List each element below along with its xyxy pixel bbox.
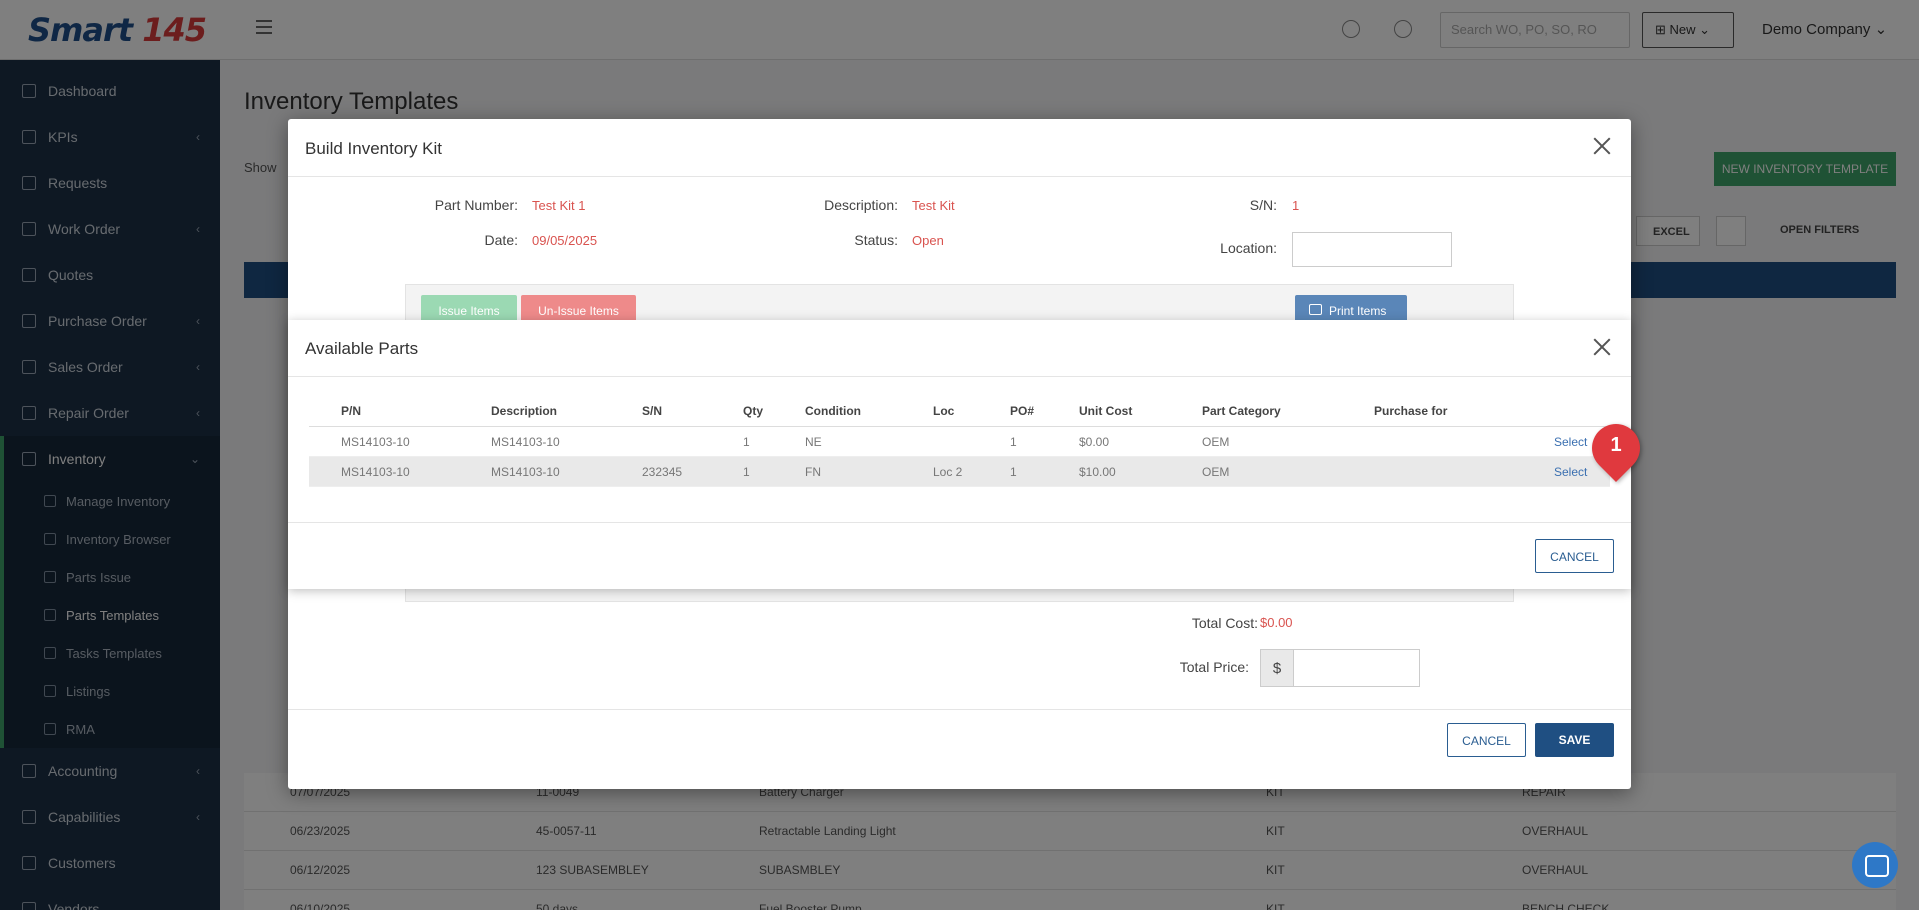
- location-label: Location:: [1220, 240, 1277, 256]
- available-parts-table: P/N Description S/N Qty Condition Loc PO…: [309, 398, 1610, 487]
- date-value: 09/05/2025: [532, 233, 598, 248]
- modal-title: Build Inventory Kit: [305, 139, 443, 158]
- total-price-input[interactable]: [1293, 649, 1420, 687]
- total-cost-value: $0.00: [1260, 615, 1293, 630]
- description-value: Test Kit: [912, 198, 955, 213]
- table-row: MS14103-10 MS14103-10 232345 1 FN Loc 2 …: [309, 457, 1610, 487]
- cancel-button[interactable]: CANCEL: [1447, 723, 1526, 757]
- sn-label: S/N:: [1249, 197, 1277, 213]
- close-icon[interactable]: [1591, 336, 1613, 358]
- table-row: MS14103-10 MS14103-10 1 NE 1 $0.00 OEM S…: [309, 427, 1610, 457]
- status-label: Status:: [854, 232, 898, 248]
- cancel-button[interactable]: CANCEL: [1535, 539, 1614, 573]
- status-value: Open: [912, 233, 944, 248]
- date-label: Date:: [484, 232, 518, 248]
- printer-icon: [1309, 304, 1322, 315]
- chat-icon[interactable]: [1852, 842, 1898, 888]
- part-number-value: Test Kit 1: [532, 198, 586, 213]
- part-number-label: Part Number:: [434, 197, 518, 213]
- select-link[interactable]: Select: [1554, 465, 1587, 479]
- close-icon[interactable]: [1591, 135, 1613, 157]
- total-price-label: Total Price:: [1179, 659, 1249, 675]
- sn-value: 1: [1292, 198, 1300, 213]
- save-button[interactable]: SAVE: [1535, 723, 1614, 757]
- location-input[interactable]: [1292, 232, 1452, 267]
- currency-addon: $: [1260, 649, 1294, 687]
- available-parts-modal: Available Parts P/N Description S/N Qty …: [288, 320, 1631, 589]
- total-cost-label: Total Cost:: [1191, 615, 1258, 631]
- step-number: 1: [1610, 434, 1622, 456]
- table-header: P/N Description S/N Qty Condition Loc PO…: [309, 398, 1610, 427]
- description-label: Description:: [824, 197, 898, 213]
- select-link[interactable]: Select: [1554, 435, 1587, 449]
- modal-title: Available Parts: [305, 339, 419, 358]
